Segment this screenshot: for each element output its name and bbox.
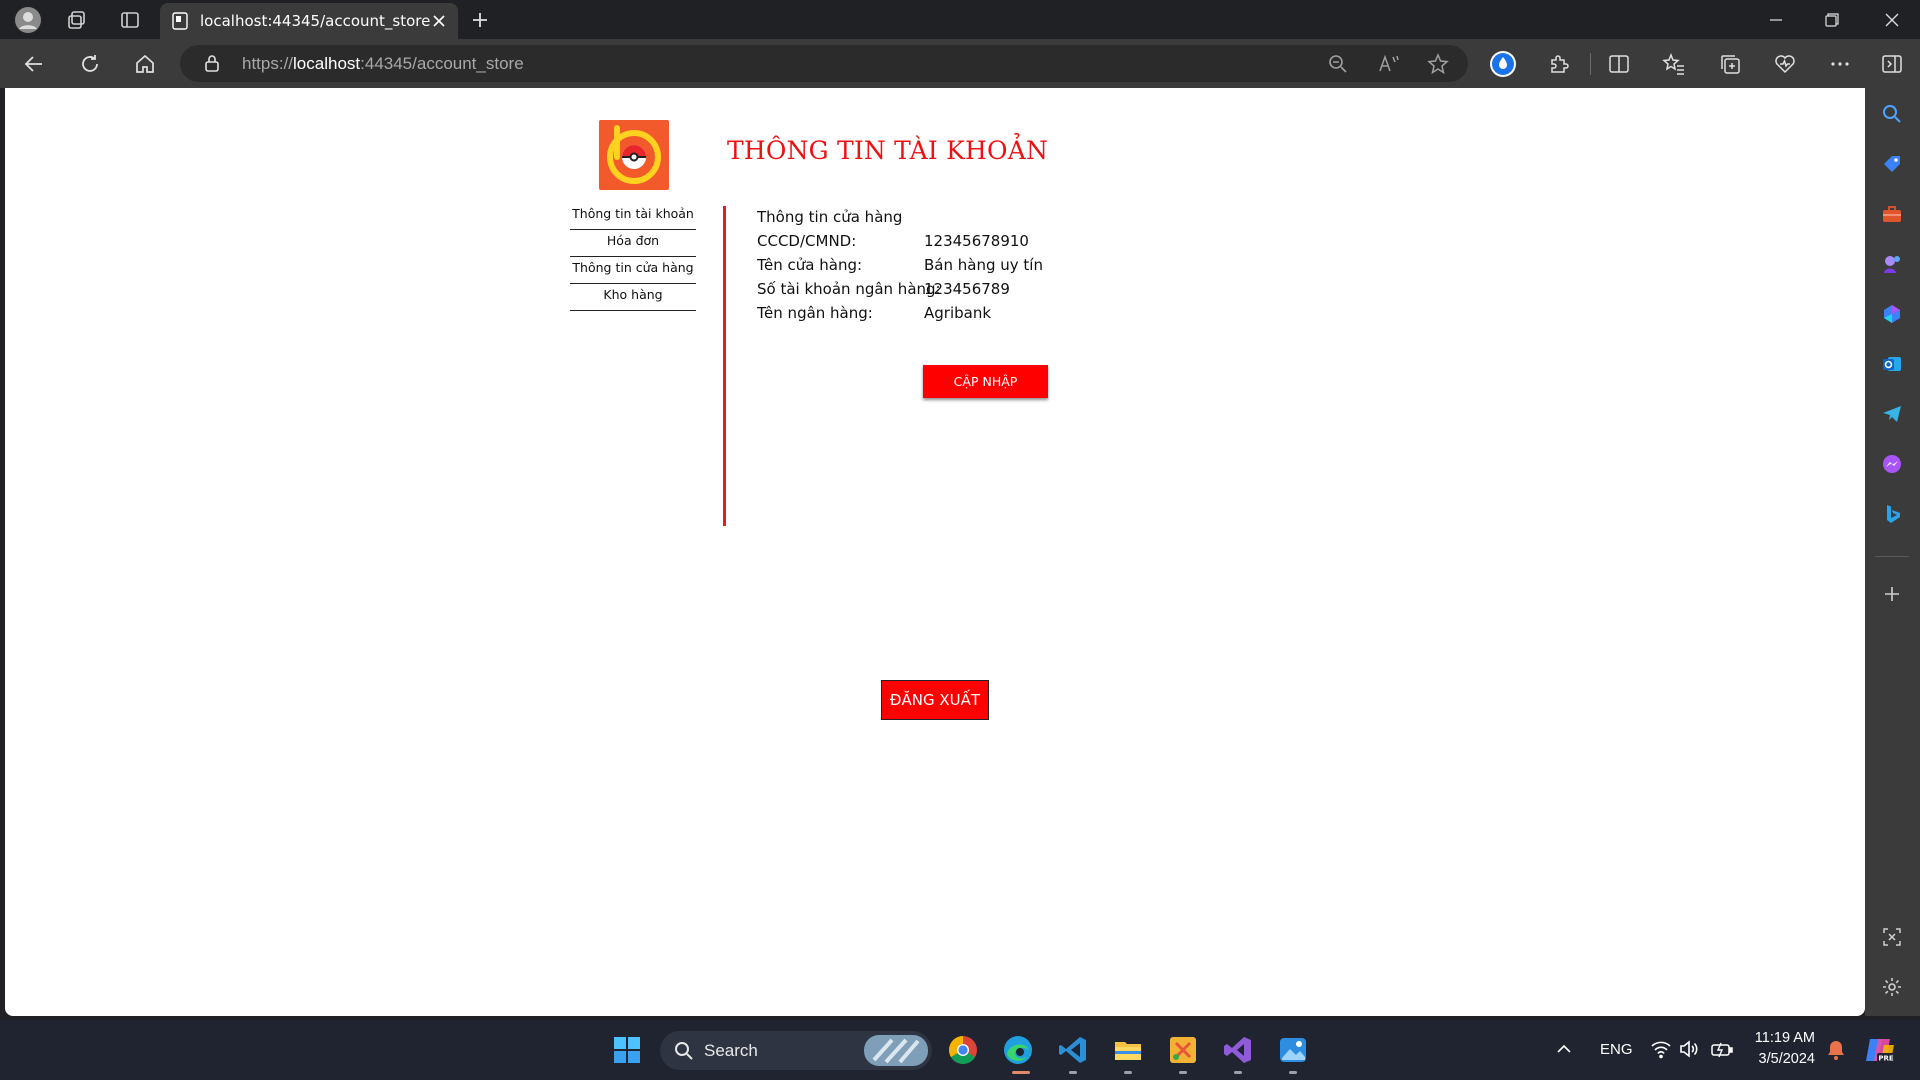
vscode-running-indicator (1069, 1071, 1077, 1074)
minimize-window-icon[interactable] (1748, 0, 1804, 39)
nav-warehouse[interactable]: Kho hàng (570, 284, 696, 311)
zoom-out-icon[interactable] (1328, 54, 1348, 74)
address-bar[interactable]: https://localhost:44345/account_store (180, 45, 1468, 82)
browser-toolbar: https://localhost:44345/account_store (0, 39, 1920, 88)
update-button[interactable]: CẬP NHẬP (923, 365, 1048, 398)
sidebar-telegram-icon[interactable] (1879, 401, 1905, 427)
workspaces-icon[interactable] (63, 6, 91, 34)
field-id-number: CCCD/CMND: 12345678910 (757, 232, 1029, 250)
profile-avatar-icon[interactable] (14, 6, 42, 34)
sidebar-tools-icon[interactable] (1879, 201, 1905, 227)
snipping-tool-icon[interactable] (1166, 1033, 1200, 1067)
clock-time[interactable]: 11:19 AM (1753, 1030, 1815, 1046)
tab-actions-icon[interactable] (116, 6, 144, 34)
url-text[interactable]: https://localhost:44345/account_store (242, 54, 524, 74)
vs-running-indicator (1234, 1071, 1242, 1074)
toolbar-separator (1590, 53, 1591, 75)
lock-icon[interactable] (204, 54, 220, 72)
field-value: 12345678910 (924, 232, 1029, 250)
favorite-star-icon[interactable] (1427, 53, 1449, 75)
photos-running-indicator (1289, 1071, 1297, 1074)
refresh-icon[interactable] (76, 50, 104, 78)
field-bank-account: Số tài khoản ngân hàng:123456789 (757, 280, 1010, 298)
battery-charging-icon[interactable] (1710, 1039, 1734, 1063)
close-window-icon[interactable] (1864, 0, 1920, 39)
snipping-running-indicator (1179, 1071, 1187, 1074)
nav-store-info[interactable]: Thông tin cửa hàng (570, 257, 696, 284)
edge-app-icon[interactable] (1001, 1033, 1035, 1067)
store-logo (599, 120, 669, 190)
copilot-pre-icon[interactable]: PRE (1864, 1035, 1896, 1069)
collections-icon[interactable] (1716, 50, 1744, 78)
account-side-nav: Thông tin tài khoản Hóa đơn Thông tin cử… (570, 203, 696, 311)
search-icon (675, 1042, 693, 1060)
section-title: Thông tin cửa hàng (757, 208, 903, 226)
vscode-app-icon[interactable] (1056, 1033, 1090, 1067)
vertical-divider (723, 206, 726, 526)
favorites-icon[interactable] (1660, 50, 1688, 78)
windows-start-icon[interactable] (610, 1033, 644, 1067)
browser-tab-active[interactable]: localhost:44345/account_store (160, 3, 458, 39)
page-viewport: THÔNG TIN TÀI KHOẢN Thông tin tài khoản … (5, 88, 1865, 1016)
nav-invoices[interactable]: Hóa đơn (570, 230, 696, 257)
taskbar-search-label: Search (704, 1041, 758, 1060)
sidebar-screenshot-icon[interactable] (1879, 924, 1905, 950)
edge-sidebar (1865, 88, 1920, 1016)
windows-taskbar: Search ENG 11:19 AM 3/5/2024 PRE (0, 1020, 1920, 1080)
page-favicon-icon (172, 12, 188, 30)
clock-date[interactable]: 3/5/2024 (1753, 1051, 1815, 1067)
nav-account-info[interactable]: Thông tin tài khoản (570, 203, 696, 230)
input-language-indicator[interactable]: ENG (1600, 1041, 1633, 1058)
field-label: CCCD/CMND: (757, 232, 857, 250)
sidebar-add-icon[interactable] (1879, 581, 1905, 607)
split-screen-icon[interactable] (1605, 50, 1633, 78)
field-store-name: Tên cửa hàng: Bán hàng uy tín (757, 256, 1043, 274)
photos-app-icon[interactable] (1276, 1033, 1310, 1067)
browser-essentials-icon[interactable] (1771, 50, 1799, 78)
read-aloud-icon[interactable] (1378, 54, 1400, 74)
volume-icon[interactable] (1678, 1039, 1700, 1063)
chrome-app-icon[interactable] (946, 1033, 980, 1067)
extension-drop-icon[interactable] (1489, 50, 1517, 78)
sidebar-bing-icon[interactable] (1879, 501, 1905, 527)
sidebar-settings-gear-icon[interactable] (1879, 974, 1905, 1000)
logout-button[interactable]: ĐĂNG XUẤT (881, 680, 989, 720)
restore-window-icon[interactable] (1804, 0, 1860, 39)
new-tab-icon[interactable] (466, 6, 494, 34)
back-arrow-icon[interactable] (20, 50, 48, 78)
close-tab-icon[interactable] (432, 14, 446, 28)
explorer-running-indicator (1124, 1071, 1132, 1074)
field-value: 123456789 (924, 280, 1010, 298)
sidebar-separator (1875, 556, 1909, 557)
svg-text:PRE: PRE (1878, 1055, 1894, 1063)
notification-bell-icon[interactable] (1826, 1039, 1846, 1065)
sidebar-copilot-icon[interactable] (1879, 301, 1905, 327)
field-value: Bán hàng uy tín (924, 256, 1043, 274)
edge-active-indicator (1012, 1071, 1030, 1074)
sidebar-shopping-icon[interactable] (1879, 151, 1905, 177)
search-highlight-icon (864, 1035, 928, 1066)
field-label: Tên cửa hàng: (757, 256, 863, 274)
wifi-icon[interactable] (1650, 1039, 1672, 1063)
field-label: Số tài khoản ngân hàng: (757, 280, 941, 298)
sidebar-outlook-icon[interactable] (1879, 351, 1905, 377)
file-explorer-icon[interactable] (1111, 1033, 1145, 1067)
show-hidden-icons-chevron-icon[interactable] (1556, 1041, 1572, 1060)
field-bank-name: Tên ngân hàng: Agribank (757, 304, 991, 322)
field-value: Agribank (924, 304, 992, 322)
sidebar-toggle-icon[interactable] (1878, 50, 1906, 78)
extensions-puzzle-icon[interactable] (1545, 50, 1573, 78)
home-icon[interactable] (131, 50, 159, 78)
visual-studio-icon[interactable] (1221, 1033, 1255, 1067)
sidebar-search-icon[interactable] (1879, 101, 1905, 127)
sidebar-messenger-icon[interactable] (1879, 451, 1905, 477)
taskbar-search-box[interactable]: Search (660, 1031, 932, 1070)
sidebar-games-icon[interactable] (1879, 251, 1905, 277)
field-label: Tên ngân hàng: (757, 304, 873, 322)
tab-bar: localhost:44345/account_store (0, 0, 1920, 39)
page-title: THÔNG TIN TÀI KHOẢN (727, 136, 1049, 165)
more-options-icon[interactable] (1826, 50, 1854, 78)
tab-title: localhost:44345/account_store (200, 12, 431, 30)
